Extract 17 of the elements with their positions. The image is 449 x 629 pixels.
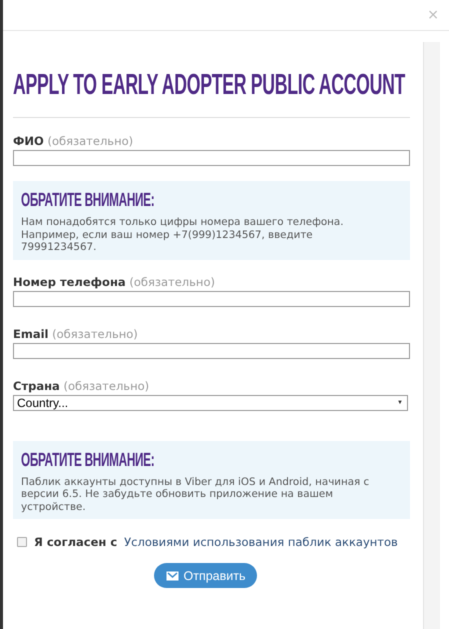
field-label: Номер телефона (обязательно)	[13, 274, 216, 288]
field-label: ФИО (обязательно)	[13, 134, 134, 148]
dialog-title: APPLY TO EARLY ADOPTER PUBLIC ACCOUNT	[13, 68, 406, 102]
notice-heading: ОБРАТИТЕ ВНИМАНИЕ:	[21, 450, 154, 472]
agree-label: Я согласен с	[34, 535, 118, 549]
input-field[interactable]	[13, 290, 410, 306]
submit-button[interactable]: Отправить	[154, 563, 258, 588]
field-label: Email (обязательно)	[13, 326, 139, 340]
terms-link[interactable]: Условиями использования паблик аккаунтов	[124, 535, 398, 549]
input-field[interactable]	[13, 342, 410, 358]
field-label: Страна (обязательно)	[13, 378, 150, 392]
input-field[interactable]	[13, 150, 410, 166]
notice-text: Паблик аккаунты доступны в Viber для iOS и Android, начиная с версии 6.5. Не забудьте обновить приложение на вашем устройстве.	[21, 476, 370, 513]
notice-text: Нам понадобятся только цифры номера вашего телефона. Например, если ваш номер +7(999)1234567, введите 79991234567.	[21, 216, 344, 254]
envelope-icon	[166, 570, 178, 580]
agree-checkbox[interactable]	[17, 537, 27, 547]
notice-heading: ОБРАТИТЕ ВНИМАНИЕ:	[21, 190, 154, 212]
